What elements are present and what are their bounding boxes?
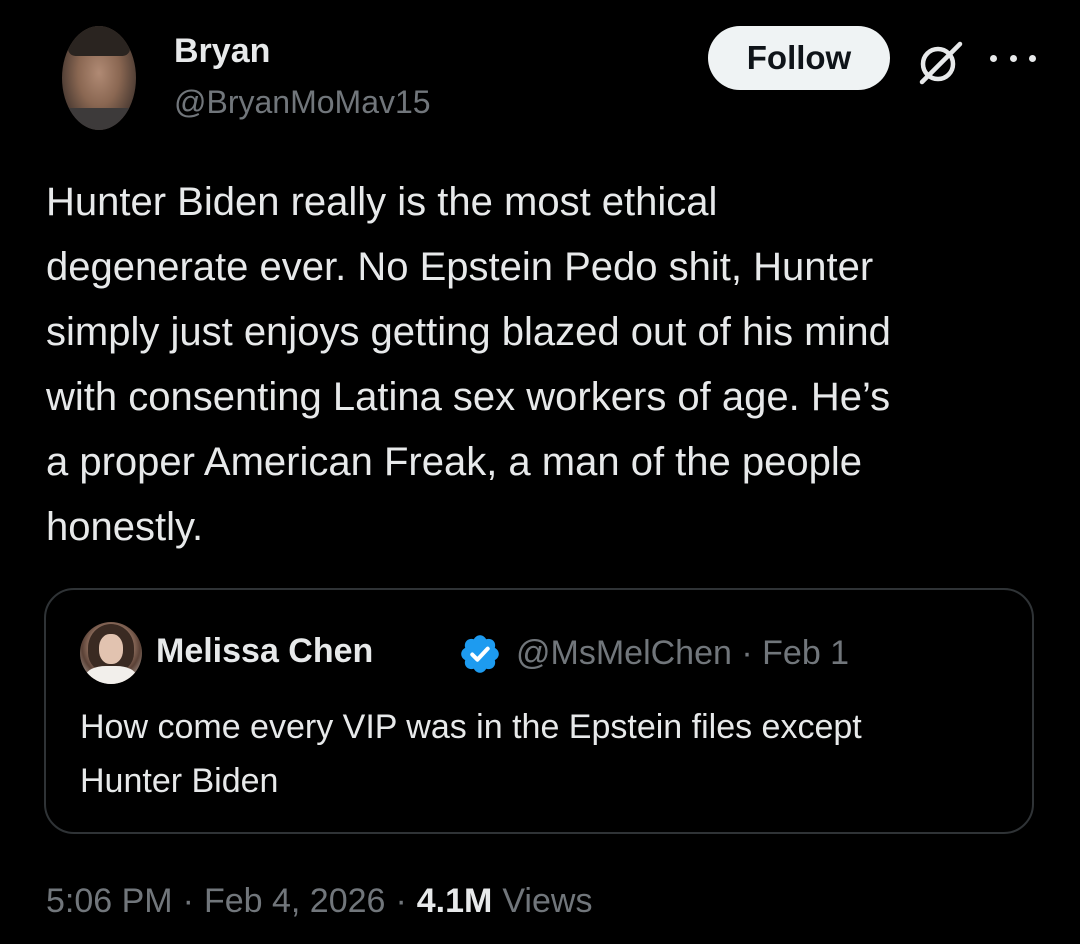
avatar-shirt xyxy=(62,108,136,130)
post-time[interactable]: 5:06 PM xyxy=(46,882,173,921)
footer-separator: · xyxy=(182,882,194,920)
quoted-post-card[interactable]: Melissa Chen @MsMelChen · Feb 1 How come… xyxy=(44,588,1034,834)
post-date[interactable]: Feb 4, 2026 xyxy=(204,882,385,921)
quote-author-avatar[interactable] xyxy=(80,622,142,684)
more-icon[interactable] xyxy=(990,48,1036,68)
post-text: Hunter Biden really is the most ethical … xyxy=(46,180,891,549)
quote-author-handle: @MsMelChen xyxy=(516,634,732,672)
views-count: 4.1M xyxy=(416,882,493,920)
post-footer: 5:06 PM · Feb 4, 2026 · 4.1M Views xyxy=(46,882,592,921)
author-display-name[interactable]: Bryan xyxy=(174,32,270,71)
grok-icon[interactable] xyxy=(914,36,966,88)
author-avatar[interactable] xyxy=(62,26,136,130)
quote-date[interactable]: Feb 1 xyxy=(762,634,849,672)
views-label: Views xyxy=(502,882,593,920)
quote-meta: @MsMelChen · Feb 1 xyxy=(516,634,849,673)
author-handle[interactable]: @BryanMoMav15 xyxy=(174,84,431,121)
quote-author-name: Melissa Chen xyxy=(156,632,374,670)
quote-meta-separator: · xyxy=(741,634,753,672)
verified-badge-icon xyxy=(461,635,499,673)
post: Bryan @BryanMoMav15 Follow Hunter Biden … xyxy=(0,0,1080,944)
avatar-hair xyxy=(68,26,130,56)
follow-button[interactable]: Follow xyxy=(708,26,890,90)
footer-separator: · xyxy=(395,882,407,920)
quote-text: How come every VIP was in the Epstein fi… xyxy=(80,708,862,800)
